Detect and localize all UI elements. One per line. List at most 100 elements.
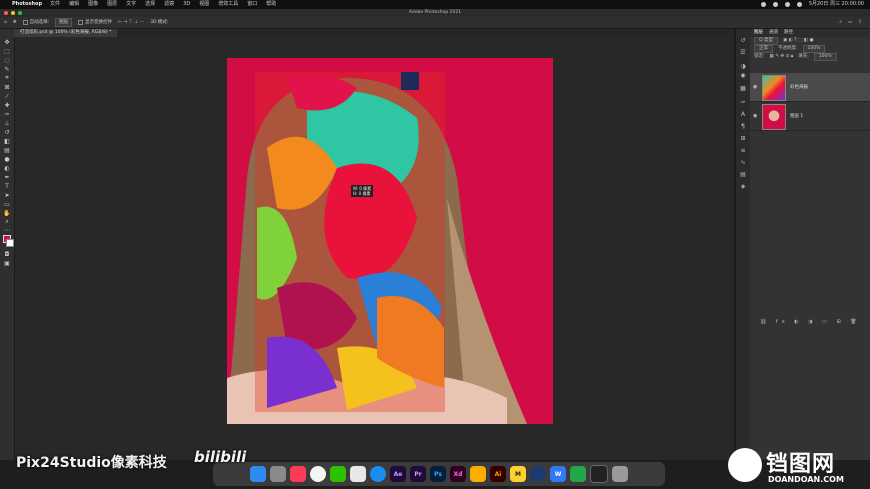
menu-help[interactable]: 帮助 [266, 0, 276, 9]
launchpad-icon[interactable] [270, 466, 286, 482]
align-icons[interactable]: ⊢ ⊣ ⊤ ⊥ ⋯ [118, 17, 144, 29]
finder-icon[interactable] [250, 466, 266, 482]
menu-layer[interactable]: 图层 [107, 0, 117, 9]
lasso-tool-icon[interactable]: ◌ [3, 57, 11, 64]
menu-3d[interactable]: 3D [183, 0, 190, 9]
menu-edit[interactable]: 编辑 [69, 0, 79, 9]
libraries-icon[interactable]: ▤ [739, 171, 747, 178]
move-tool-icon[interactable]: ✥ [3, 39, 11, 46]
menu-view[interactable]: 视图 [199, 0, 209, 9]
brushes-icon[interactable]: ✑ [739, 99, 747, 106]
blend-mode-dropdown[interactable]: 正常 [754, 45, 773, 53]
wifi-icon[interactable] [772, 2, 778, 7]
music-icon[interactable] [290, 466, 306, 482]
eraser-tool-icon[interactable]: ◧ [3, 138, 11, 145]
auto-select-dropdown[interactable]: 图层 [55, 18, 73, 27]
battery-icon[interactable] [784, 2, 790, 7]
more-tools-icon[interactable]: ⋯ [3, 227, 11, 234]
menu-file[interactable]: 文件 [50, 0, 60, 9]
stamp-tool-icon[interactable]: ⊥ [3, 120, 11, 127]
rectangle-tool-icon[interactable]: ▭ [3, 201, 11, 208]
minimize-window-button[interactable] [11, 11, 15, 15]
background-color-swatch[interactable] [6, 239, 14, 247]
eyedropper-tool-icon[interactable]: ⁄ [3, 93, 11, 100]
menu-plugins[interactable]: 增效工具 [218, 0, 238, 9]
quick-select-tool-icon[interactable]: ✎ [3, 66, 11, 73]
trash-icon[interactable] [612, 466, 628, 482]
menu-select[interactable]: 选择 [145, 0, 155, 9]
menu-image[interactable]: 图像 [88, 0, 98, 9]
channels-icon[interactable]: ≡ [739, 147, 747, 154]
search-icon[interactable] [796, 2, 802, 7]
photoshop-icon[interactable]: Ps [430, 466, 446, 482]
crop-tool-icon[interactable]: ⌗ [3, 74, 11, 81]
sketch-icon[interactable] [470, 466, 486, 482]
layers-footer-icons[interactable]: ⛓ fx ◐ ◑ ▭ ⊞ 🗑︎ [760, 319, 861, 325]
qq-icon[interactable] [350, 466, 366, 482]
gradient-tool-icon[interactable]: ▤ [3, 147, 11, 154]
status-icon[interactable] [760, 2, 766, 7]
search-icon[interactable]: ⌕ [839, 17, 842, 29]
wps-icon[interactable]: W [550, 466, 566, 482]
eye-icon[interactable]: ◉ [753, 84, 757, 90]
illustrator-icon[interactable]: Ai [490, 466, 506, 482]
screen-mode-icon[interactable]: ▣ [3, 260, 11, 267]
properties-icon[interactable]: ☰ [739, 49, 747, 56]
brush-tool-icon[interactable]: ✑ [3, 111, 11, 118]
tab-layers[interactable]: 图层 [754, 29, 763, 37]
adjustments-icon[interactable]: ◑ [739, 63, 747, 70]
eye-icon[interactable]: ◉ [753, 113, 757, 119]
home-icon[interactable]: ⌂ [4, 17, 7, 29]
premiere-icon[interactable]: Pr [410, 466, 426, 482]
layer-kind-filter[interactable]: Q 类型 [754, 37, 778, 45]
dodge-tool-icon[interactable]: ◐ [3, 165, 11, 172]
frame-tool-icon[interactable]: ⊠ [3, 84, 11, 91]
path-select-icon[interactable]: ➤ [3, 192, 11, 199]
safari-icon[interactable] [370, 466, 386, 482]
zoom-tool-icon[interactable]: ⌕ [3, 218, 11, 225]
auto-select-checkbox[interactable] [22, 20, 28, 25]
menu-window[interactable]: 窗口 [247, 0, 257, 9]
menu-app-name[interactable]: Photoshop [12, 0, 42, 9]
layer-row-base[interactable]: ◉ 图层 1 [750, 102, 870, 131]
opacity-field[interactable]: 100% [802, 45, 826, 53]
history-icon[interactable]: ↺ [739, 37, 747, 44]
move-tool-icon[interactable]: ✥ [13, 17, 17, 29]
document-tab[interactable]: 打造炫彩.psd @ 100% (彩色海报, RGB/8) * [14, 29, 118, 37]
type-tool-icon[interactable]: T [3, 183, 11, 190]
menubar-clock[interactable]: 5月20日 周三 20:00:00 [809, 0, 864, 9]
filter-icons[interactable]: ▣ ◐ T ⬚ ◧ ● [783, 37, 814, 45]
healing-brush-icon[interactable]: ✚ [3, 102, 11, 109]
camtasia-icon[interactable] [570, 466, 586, 482]
chrome-icon[interactable] [310, 466, 326, 482]
menu-filter[interactable]: 滤镜 [164, 0, 174, 9]
document-canvas[interactable]: W: 0 像素 H: 0 像素 [227, 58, 553, 424]
paragraph-icon[interactable]: ¶ [739, 123, 747, 130]
marquee-tool-icon[interactable]: ⬚ [3, 48, 11, 55]
swatches-icon[interactable]: ▦ [739, 85, 747, 92]
hand-tool-icon[interactable]: ✋ [3, 210, 11, 217]
history-brush-icon[interactable]: ↺ [3, 129, 11, 136]
glyphs-icon[interactable]: ⊞ [739, 135, 747, 142]
zoom-window-button[interactable] [18, 11, 22, 15]
character-icon[interactable]: A [739, 111, 747, 118]
pen-tool-icon[interactable]: ✒ [3, 174, 11, 181]
styles-icon[interactable]: ◈ [739, 183, 747, 190]
close-window-button[interactable] [4, 11, 8, 15]
paths-icon[interactable]: ∿ [739, 159, 747, 166]
color-icon[interactable]: ◉ [739, 72, 747, 79]
fill-field[interactable]: 100% [813, 53, 837, 61]
xd-icon[interactable]: Xd [450, 466, 466, 482]
cinema4d-icon[interactable] [530, 466, 546, 482]
wechat-icon[interactable] [330, 466, 346, 482]
layer-row-colorful[interactable]: ◉ 彩色海报 [750, 73, 870, 102]
menu-type[interactable]: 文字 [126, 0, 136, 9]
blur-tool-icon[interactable]: ● [3, 156, 11, 163]
quick-mask-icon[interactable]: ◘ [3, 251, 11, 258]
tab-channels[interactable]: 通道 [769, 29, 778, 37]
miro-icon[interactable]: M [510, 466, 526, 482]
show-transform-checkbox[interactable] [78, 20, 84, 25]
tab-paths[interactable]: 路径 [784, 29, 793, 37]
share-icon[interactable]: ⇪ [858, 17, 862, 29]
workspace-icon[interactable]: ▭ [848, 17, 852, 29]
